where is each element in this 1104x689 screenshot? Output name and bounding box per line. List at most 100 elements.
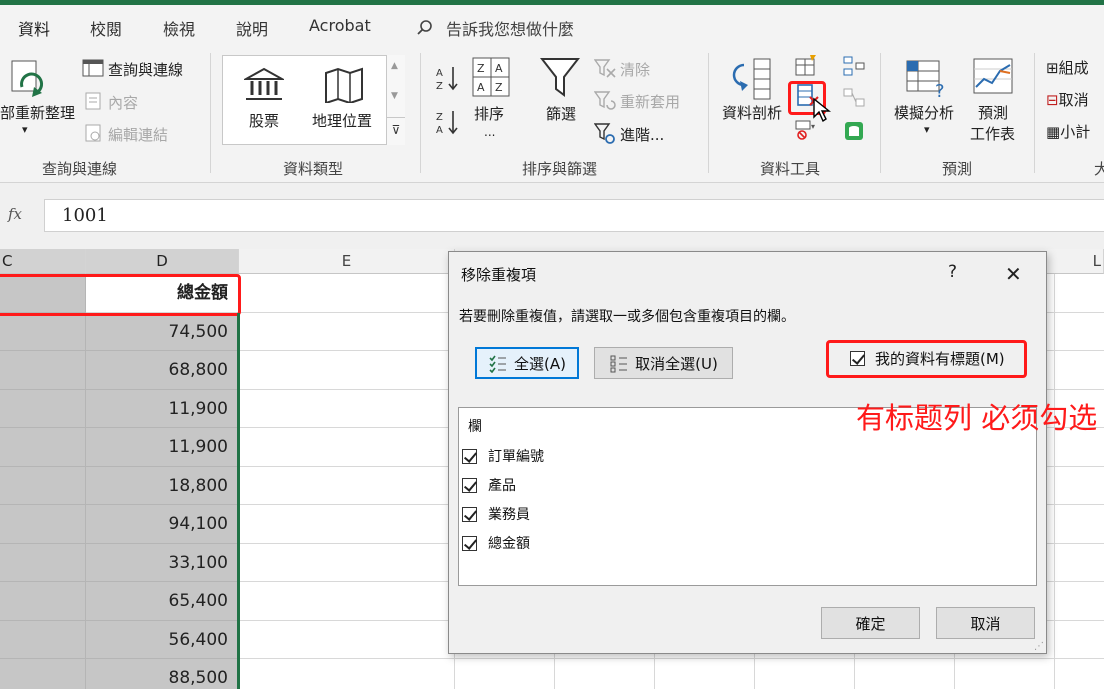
cell[interactable] [755,659,855,689]
close-icon[interactable]: ✕ [1005,262,1022,286]
consolidate-icon[interactable] [842,55,866,77]
cell[interactable] [455,659,555,689]
sort-button[interactable]: 排序 [474,103,504,124]
column-item-check[interactable] [462,506,477,522]
column-d-value-cell[interactable]: 68,800 [86,351,239,390]
cell[interactable] [1055,274,1104,313]
cell-e[interactable] [239,505,455,544]
data-validation-icon[interactable]: ▾ [794,119,818,141]
cell-c[interactable] [0,582,86,621]
gallery-scrollbar[interactable]: ▲ ▼ ⊽ [386,55,405,145]
flash-fill-icon[interactable] [794,55,818,77]
insert-function-icon[interactable]: fx [0,197,30,231]
cell-c[interactable] [0,620,86,659]
ungroup-button[interactable]: ⊟取消 [1046,89,1089,110]
gallery-more-icon[interactable]: ⊽ [387,117,405,143]
cell[interactable] [1055,313,1104,351]
column-d-value-cell[interactable]: 56,400 [86,620,239,659]
column-header-c[interactable]: C [0,249,86,274]
cell-e[interactable] [239,659,455,689]
geography-button[interactable]: 地理位置 [312,110,372,131]
tab-acrobat[interactable]: Acrobat [309,16,371,35]
stocks-button[interactable]: 股票 [249,110,279,131]
resize-grip-icon[interactable]: ⋰ [1034,641,1044,652]
cell-e[interactable] [239,466,455,505]
cell[interactable] [1055,544,1104,582]
column-d-value-cell[interactable]: 74,500 [86,312,239,351]
cell-e[interactable] [239,274,455,313]
column-item[interactable]: 業務員 [462,504,530,524]
tab-help[interactable]: 說明 [236,16,268,40]
sort-ascending-icon[interactable]: AZ [434,65,460,91]
column-d-value-cell[interactable]: 94,100 [86,505,239,544]
column-d-value-cell[interactable]: 11,900 [86,428,239,467]
cell-c[interactable] [0,659,86,689]
cell[interactable] [555,659,655,689]
cell-c[interactable] [0,543,86,582]
refresh-all-button[interactable]: 部重新整理 [0,102,75,123]
cell[interactable] [655,659,755,689]
reapply-button[interactable]: 重新套用 [620,91,680,112]
column-item[interactable]: 總金額 [462,533,530,553]
cell[interactable] [1055,621,1104,659]
tab-data[interactable]: 資料 [18,16,51,49]
column-d-value-cell[interactable]: 11,900 [86,389,239,428]
cell-c[interactable] [0,428,86,467]
cell[interactable] [1055,467,1104,505]
cell-c[interactable] [0,351,86,390]
tab-view[interactable]: 檢視 [163,16,195,40]
gallery-down-icon[interactable]: ▼ [391,91,398,101]
advanced-filter-button[interactable]: 進階... [620,124,664,145]
column-item-check[interactable] [462,448,477,464]
cell[interactable] [1055,582,1104,621]
column-item[interactable]: 產品 [462,475,516,495]
column-item-check[interactable] [462,477,477,493]
cell[interactable] [955,659,1055,689]
column-header-e[interactable]: E [239,249,455,274]
filter-button[interactable]: 篩選 [546,103,576,124]
tell-me-box[interactable]: 告訴我您想做什麼 [416,16,574,40]
formula-input[interactable]: 1001 [44,199,1104,232]
cell-c[interactable] [0,389,86,428]
cell[interactable] [1055,505,1104,544]
column-d-value-cell[interactable]: 33,100 [86,543,239,582]
subtotal-button[interactable]: ▦小計 [1046,121,1090,142]
column-d-value-cell[interactable]: 18,800 [86,466,239,505]
what-if-dropdown-icon[interactable]: ▾ [924,123,930,136]
sort-descending-icon[interactable]: ZA [434,109,460,135]
data-model-icon[interactable] [842,119,866,143]
cell[interactable] [1055,659,1104,689]
gallery-up-icon[interactable]: ▲ [391,61,398,71]
cell-e[interactable] [239,620,455,659]
column-header-d[interactable]: D [86,249,239,274]
what-if-analysis-button[interactable]: 模擬分析 [894,102,954,123]
forecast-sheet-line2[interactable]: 工作表 [970,123,1015,144]
column-d-value-cell[interactable]: 65,400 [86,582,239,621]
cell-c[interactable] [0,505,86,544]
cell-e[interactable] [239,389,455,428]
forecast-sheet-line1[interactable]: 預測 [978,102,1008,123]
cell-e[interactable] [239,428,455,467]
tab-review[interactable]: 校閱 [90,16,122,40]
cell-e[interactable] [239,543,455,582]
edit-links-button[interactable]: 編輯連結 [108,124,168,145]
unselect-all-button[interactable]: 取消全選(U) [594,347,733,379]
column-item-check[interactable] [462,535,477,551]
column-d-value-cell[interactable]: 88,500 [86,659,239,689]
text-to-columns-button[interactable]: 資料剖析 [722,102,782,123]
cell[interactable] [855,659,955,689]
cell-e[interactable] [239,351,455,390]
cell[interactable] [1055,351,1104,390]
help-icon[interactable]: ? [948,262,957,282]
queries-connections-button[interactable]: 查詢與連線 [108,59,183,80]
ok-button[interactable]: 確定 [821,607,920,639]
cell-c[interactable] [0,466,86,505]
column-item[interactable]: 訂單編號 [462,446,544,466]
cancel-button[interactable]: 取消 [936,607,1035,639]
cell-c[interactable] [0,312,86,351]
clear-filter-button[interactable]: 清除 [620,59,650,80]
select-all-button[interactable]: 全選(A) [475,347,579,379]
refresh-dropdown-icon[interactable]: ▾ [22,123,28,136]
properties-button[interactable]: 內容 [108,92,138,113]
relationships-icon[interactable] [842,87,866,109]
